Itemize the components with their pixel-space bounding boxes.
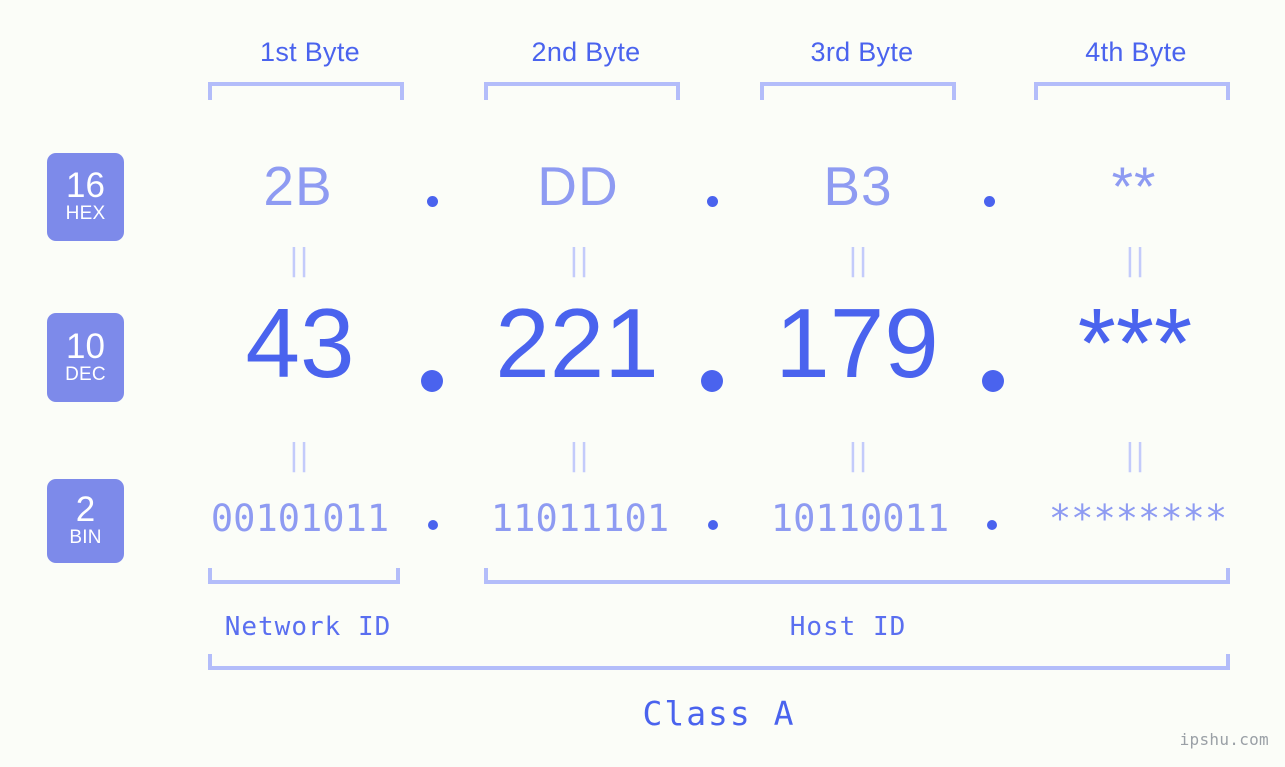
equals-hex-dec-3: || (847, 243, 869, 278)
byte-header-2: 2nd Byte (531, 37, 641, 67)
hex-byte-3: B3 (823, 155, 893, 217)
ip-address-breakdown-diagram: 1st Byte 2nd Byte 3rd Byte 4th Byte 16 H… (0, 0, 1285, 767)
equals-dec-bin-4: || (1124, 438, 1146, 473)
equals-dec-bin-1: || (288, 438, 310, 473)
bin-byte-3: 10110011 (770, 497, 950, 540)
equals-hex-dec-4: || (1124, 243, 1146, 278)
hex-byte-4: ** (1111, 155, 1157, 217)
base-badge-dec-system: DEC (65, 363, 106, 385)
base-badge-bin: 2 BIN (47, 479, 124, 563)
base-badge-hex: 16 HEX (47, 153, 124, 241)
dec-byte-4: *** (1077, 288, 1193, 398)
hex-separator-dot-1 (427, 196, 438, 207)
bin-byte-4: ******** (1048, 497, 1228, 540)
dec-separator-dot-3 (982, 370, 1004, 392)
network-id-label: Network ID (224, 612, 392, 642)
network-id-bracket (208, 568, 400, 584)
byte-header-3: 3rd Byte (810, 37, 914, 67)
dec-separator-dot-2 (701, 370, 723, 392)
hex-byte-1: 2B (263, 155, 333, 217)
bin-byte-2: 11011101 (490, 497, 670, 540)
hex-byte-2: DD (537, 155, 619, 217)
byte-bracket-4 (1034, 82, 1230, 100)
bin-separator-dot-2 (708, 520, 718, 530)
class-bracket (208, 654, 1230, 670)
byte-bracket-3 (760, 82, 956, 100)
host-id-bracket (484, 568, 1230, 584)
dec-byte-2: 221 (495, 288, 659, 398)
host-id-label: Host ID (789, 612, 907, 642)
base-badge-hex-system: HEX (65, 203, 106, 224)
bin-separator-dot-3 (987, 520, 997, 530)
site-watermark: ipshu.com (1179, 730, 1269, 749)
base-badge-bin-number: 2 (75, 490, 96, 529)
byte-bracket-2 (484, 82, 680, 100)
class-label: Class A (642, 694, 796, 733)
bin-separator-dot-1 (428, 520, 438, 530)
dec-byte-3: 179 (775, 288, 939, 398)
hex-separator-dot-3 (984, 196, 995, 207)
equals-dec-bin-2: || (568, 438, 590, 473)
base-badge-hex-number: 16 (66, 166, 105, 205)
byte-header-1: 1st Byte (260, 37, 360, 67)
hex-separator-dot-2 (707, 196, 718, 207)
byte-bracket-1 (208, 82, 404, 100)
bin-byte-1: 00101011 (210, 497, 390, 540)
equals-hex-dec-1: || (288, 243, 310, 278)
dec-byte-1: 43 (245, 288, 355, 398)
equals-hex-dec-2: || (568, 243, 590, 278)
equals-dec-bin-3: || (847, 438, 869, 473)
byte-header-4: 4th Byte (1085, 37, 1187, 67)
base-badge-dec: 10 DEC (47, 313, 124, 402)
base-badge-bin-system: BIN (69, 527, 102, 548)
base-badge-dec-number: 10 (66, 326, 105, 366)
dec-separator-dot-1 (421, 370, 443, 392)
